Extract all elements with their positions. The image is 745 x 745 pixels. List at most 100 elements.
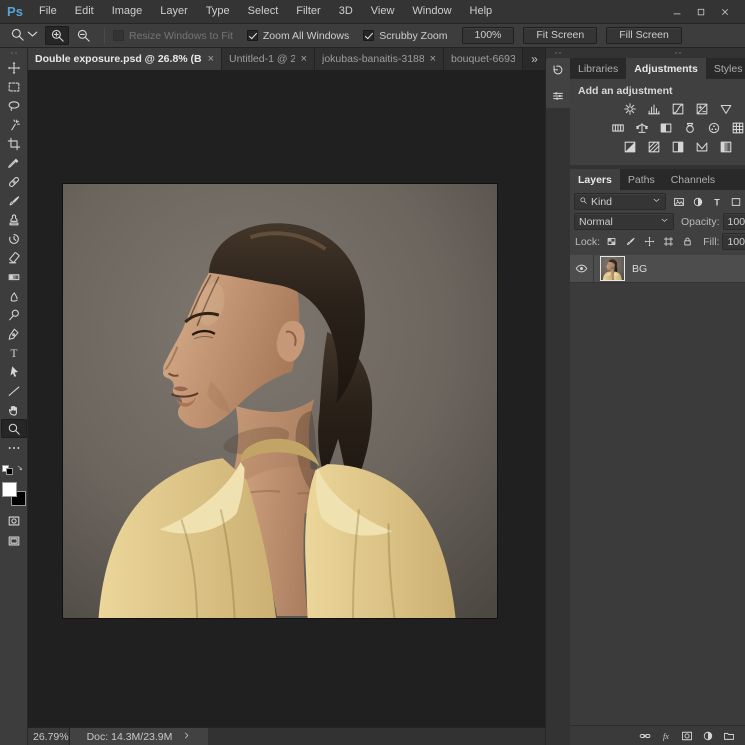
checkbox-scrubby-zoom[interactable]: Scrubby Zoom bbox=[363, 30, 447, 42]
document-tab[interactable]: Double exposure.psd @ 26.8% (BG, RGB/8) … bbox=[28, 48, 222, 70]
button-100[interactable]: 100% bbox=[462, 27, 515, 44]
type-tool[interactable]: T bbox=[1, 343, 27, 362]
adjustment-color-lookup-icon[interactable] bbox=[729, 120, 745, 136]
gradient-tool[interactable] bbox=[1, 267, 27, 286]
zoom-tool[interactable] bbox=[1, 419, 27, 438]
move-tool[interactable] bbox=[1, 58, 27, 77]
lock-checker-icon[interactable] bbox=[603, 234, 620, 250]
adjustment-levels-icon[interactable] bbox=[645, 101, 664, 117]
hand-tool[interactable] bbox=[1, 400, 27, 419]
rect-marquee-tool[interactable] bbox=[1, 77, 27, 96]
visibility-toggle[interactable] bbox=[570, 255, 594, 282]
panel-tab-libraries[interactable]: Libraries bbox=[570, 58, 626, 79]
panel-history-icon[interactable] bbox=[548, 61, 568, 79]
adjustment-curves-icon[interactable] bbox=[669, 101, 688, 117]
link-icon[interactable] bbox=[638, 728, 652, 744]
menu-layer[interactable]: Layer bbox=[151, 0, 197, 23]
adjustment-brightness-contrast-icon[interactable] bbox=[621, 101, 640, 117]
dock-handle[interactable] bbox=[555, 52, 561, 54]
lock-artboard-icon[interactable] bbox=[660, 234, 677, 250]
adjustment-vibrance-icon[interactable] bbox=[717, 101, 736, 117]
brush-tool[interactable] bbox=[1, 191, 27, 210]
document-tab[interactable]: Untitled-1 @ 26.8...× bbox=[222, 48, 315, 70]
history-brush-tool[interactable] bbox=[1, 229, 27, 248]
menu-help[interactable]: Help bbox=[461, 0, 502, 23]
checkbox-resize-windows-to-fit[interactable]: Resize Windows to Fit bbox=[113, 30, 233, 42]
dock-handle[interactable] bbox=[675, 52, 681, 54]
smudge-tool[interactable] bbox=[1, 286, 27, 305]
document-tab[interactable]: jokubas-banaitis-31881.jpg× bbox=[315, 48, 444, 70]
clone-stamp-tool[interactable] bbox=[1, 210, 27, 229]
chevron-right-icon[interactable] bbox=[182, 731, 191, 743]
adjustment-hue-saturation-icon[interactable] bbox=[609, 120, 628, 136]
zoom-out-button[interactable] bbox=[71, 26, 95, 45]
menu-edit[interactable]: Edit bbox=[66, 0, 103, 23]
adjustment-channel-mixer-icon[interactable] bbox=[705, 120, 724, 136]
menu-3d[interactable]: 3D bbox=[330, 0, 362, 23]
dodge-tool[interactable] bbox=[1, 305, 27, 324]
mask-icon[interactable] bbox=[680, 728, 694, 744]
screen-mode-button[interactable] bbox=[1, 532, 27, 550]
menu-type[interactable]: Type bbox=[197, 0, 239, 23]
folder-icon[interactable] bbox=[722, 728, 736, 744]
zoom-level-field[interactable]: 26.79% bbox=[28, 728, 70, 745]
panel-tab-layers[interactable]: Layers bbox=[570, 169, 620, 190]
fill-dropdown[interactable]: 100% bbox=[722, 233, 745, 250]
adjustment-color-balance-icon[interactable] bbox=[633, 120, 652, 136]
path-select-tool[interactable] bbox=[1, 362, 27, 381]
blend-mode-dropdown[interactable]: Normal bbox=[574, 213, 674, 230]
adjustment-threshold-icon[interactable] bbox=[669, 139, 688, 155]
document-info[interactable]: Doc: 14.3M/23.9M bbox=[70, 728, 208, 745]
adjustment-selective-color-icon[interactable] bbox=[717, 139, 736, 155]
menu-file[interactable]: File bbox=[30, 0, 66, 23]
close-icon[interactable]: × bbox=[208, 53, 214, 65]
adjustment-exposure-icon[interactable] bbox=[693, 101, 712, 117]
panel-tab-paths[interactable]: Paths bbox=[620, 169, 663, 190]
quick-mask-button[interactable] bbox=[1, 512, 27, 530]
lock-padlock-icon[interactable] bbox=[679, 234, 696, 250]
healing-brush-tool[interactable] bbox=[1, 172, 27, 191]
crop-tool[interactable] bbox=[1, 134, 27, 153]
document-tab[interactable]: bouquet-66936 bbox=[444, 48, 523, 70]
close-icon[interactable]: × bbox=[430, 53, 436, 65]
close-icon[interactable]: × bbox=[301, 53, 307, 65]
eraser-tool[interactable] bbox=[1, 248, 27, 267]
adjustment-photo-filter-icon[interactable] bbox=[681, 120, 700, 136]
adjustment-gradient-map-icon[interactable] bbox=[693, 139, 712, 155]
canvas-image[interactable] bbox=[63, 184, 497, 618]
panel-tab-styles[interactable]: Styles bbox=[706, 58, 745, 79]
close-button[interactable] bbox=[713, 0, 737, 23]
lock-move-icon[interactable] bbox=[641, 234, 658, 250]
new-adjustment-layer-icon[interactable] bbox=[701, 728, 715, 744]
adjustment-invert-icon[interactable] bbox=[621, 139, 640, 155]
filter-shape-rect-icon[interactable] bbox=[727, 194, 744, 210]
minimize-button[interactable] bbox=[665, 0, 689, 23]
adjustment-black-white-icon[interactable] bbox=[657, 120, 676, 136]
fx-icon[interactable]: fx bbox=[659, 728, 673, 744]
tool-preset-picker[interactable] bbox=[0, 27, 44, 45]
panel-tab-adjustments[interactable]: Adjustments bbox=[626, 58, 706, 79]
menu-image[interactable]: Image bbox=[103, 0, 152, 23]
filter-image-icon[interactable] bbox=[670, 194, 687, 210]
toolbar-handle[interactable] bbox=[11, 52, 17, 54]
default-colors-icon[interactable] bbox=[2, 465, 13, 475]
button-fit-screen[interactable]: Fit Screen bbox=[523, 27, 597, 44]
opacity-dropdown[interactable]: 100% bbox=[723, 213, 745, 230]
eyedropper-tool[interactable] bbox=[1, 153, 27, 172]
pen-tool[interactable] bbox=[1, 324, 27, 343]
checkbox-zoom-all-windows[interactable]: Zoom All Windows bbox=[247, 30, 349, 42]
tab-overflow-chevron[interactable]: » bbox=[523, 48, 545, 70]
edit-toolbar-tool[interactable] bbox=[1, 438, 27, 457]
menu-filter[interactable]: Filter bbox=[287, 0, 329, 23]
lasso-tool[interactable] bbox=[1, 96, 27, 115]
layer-thumbnail[interactable] bbox=[600, 256, 625, 281]
magic-wand-tool[interactable] bbox=[1, 115, 27, 134]
menu-view[interactable]: View bbox=[362, 0, 404, 23]
menu-select[interactable]: Select bbox=[239, 0, 288, 23]
layer-row[interactable]: BG bbox=[570, 255, 745, 283]
line-tool[interactable] bbox=[1, 381, 27, 400]
foreground-color-swatch[interactable] bbox=[2, 482, 17, 497]
maximize-button[interactable] bbox=[689, 0, 713, 23]
canvas-area[interactable] bbox=[28, 70, 545, 727]
filter-half-circle-icon[interactable] bbox=[689, 194, 706, 210]
